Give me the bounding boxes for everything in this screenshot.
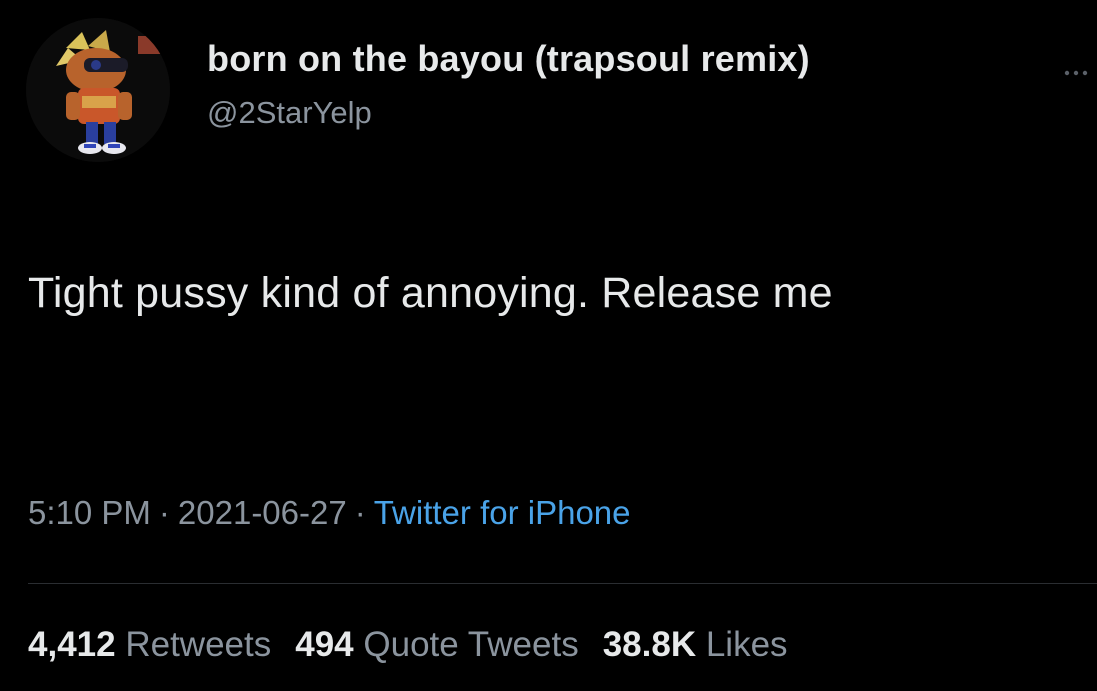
tweet-metadata: 5:10 PM · 2021-06-27 · Twitter for iPhone xyxy=(28,494,631,532)
user-handle[interactable]: @2StarYelp xyxy=(207,95,372,131)
separator-dot: · xyxy=(158,494,170,531)
divider xyxy=(28,583,1097,584)
likes-label: Likes xyxy=(705,625,788,664)
retweets-count: 4,412 xyxy=(28,625,116,664)
tweet-source-link[interactable]: Twitter for iPhone xyxy=(374,494,631,531)
tweet-date[interactable]: 2021-06-27 xyxy=(178,494,347,531)
quote-tweets-count: 494 xyxy=(295,625,354,664)
retweets-label: Retweets xyxy=(125,625,272,664)
display-name[interactable]: born on the bayou (trapsoul remix) xyxy=(207,38,810,80)
more-options-icon[interactable] xyxy=(1062,66,1092,78)
tweet-text: Tight pussy kind of annoying. Release me xyxy=(28,269,833,317)
separator-dot: · xyxy=(354,494,366,531)
tweet-time[interactable]: 5:10 PM xyxy=(28,494,151,531)
tweet-detail: born on the bayou (trapsoul remix) @2Sta… xyxy=(0,0,1097,691)
likes-count: 38.8K xyxy=(602,625,697,664)
quote-tweets-label: Quote Tweets xyxy=(363,625,579,664)
avatar[interactable] xyxy=(26,18,170,162)
cartoon-character-avatar-icon xyxy=(26,18,170,162)
tweet-stats: 4,412 Retweets 494 Quote Tweets 38.8K Like… xyxy=(28,625,812,665)
quote-tweets-stat[interactable]: 494 Quote Tweets xyxy=(295,625,578,664)
likes-stat[interactable]: 38.8K Likes xyxy=(603,625,788,664)
retweets-stat[interactable]: 4,412 Retweets xyxy=(28,625,271,664)
